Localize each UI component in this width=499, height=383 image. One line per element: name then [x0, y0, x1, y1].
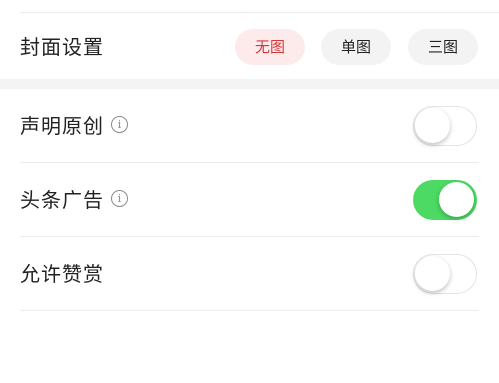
- info-icon[interactable]: i: [111, 116, 128, 133]
- toggle-knob: [415, 256, 450, 291]
- cover-settings-row: 封面设置 无图 单图 三图: [0, 13, 499, 79]
- setting-row-original: 声明原创 i: [0, 89, 499, 163]
- setting-row-ads: 头条广告 i: [0, 163, 499, 237]
- toggle-knob: [415, 108, 450, 143]
- info-icon[interactable]: i: [111, 190, 128, 207]
- cover-option-single-button[interactable]: 单图: [321, 29, 391, 65]
- setting-row-reward: 允许赞赏: [0, 237, 499, 311]
- cover-option-none-button[interactable]: 无图: [235, 29, 305, 65]
- ads-toggle[interactable]: [413, 180, 477, 220]
- setting-label-ads: 头条广告: [20, 188, 104, 212]
- setting-label-original: 声明原创: [20, 114, 104, 138]
- setting-label-reward: 允许赞赏: [20, 262, 104, 286]
- reward-toggle[interactable]: [413, 254, 477, 294]
- row-divider: [20, 310, 479, 311]
- original-toggle[interactable]: [413, 106, 477, 146]
- cover-settings-label: 封面设置: [20, 35, 104, 59]
- toggle-knob: [439, 182, 474, 217]
- section-divider: [0, 79, 499, 89]
- cover-option-triple-button[interactable]: 三图: [408, 29, 478, 65]
